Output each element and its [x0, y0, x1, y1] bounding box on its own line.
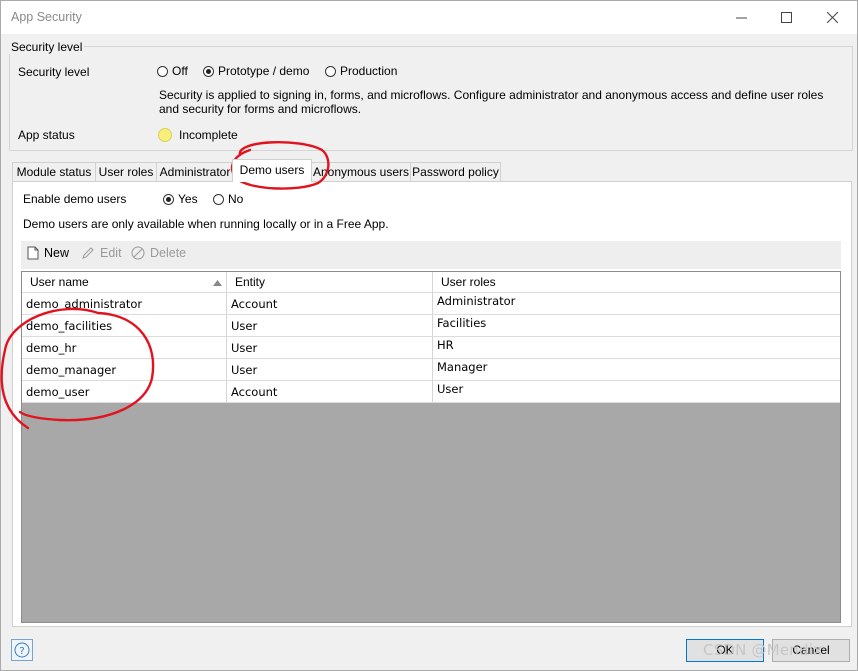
- cell-entity: User: [227, 315, 433, 336]
- table-row[interactable]: demo_manager User Manager: [22, 359, 840, 381]
- column-header-entity[interactable]: Entity: [227, 272, 433, 292]
- help-button[interactable]: ?: [11, 639, 33, 661]
- table-row[interactable]: demo_facilities User Facilities: [22, 315, 840, 337]
- cell-user-name: demo_administrator: [22, 293, 227, 314]
- app-status-value: Incomplete: [179, 128, 238, 142]
- cell-user-roles: Manager: [437, 360, 488, 374]
- radio-prototype-demo-label: Prototype / demo: [218, 64, 310, 78]
- table-row[interactable]: demo_hr User HR: [22, 337, 840, 359]
- cell-user-roles: User: [437, 382, 464, 396]
- column-header-user-name-label: User name: [30, 275, 89, 289]
- security-level-label: Security level: [18, 65, 90, 79]
- tab-administrator[interactable]: Administrator: [156, 162, 234, 181]
- watermark-text: CSDN @Mendix: [703, 641, 823, 659]
- maximize-button[interactable]: [763, 1, 809, 34]
- radio-off-circle: [157, 65, 168, 77]
- radio-production[interactable]: Production: [325, 64, 397, 78]
- status-indicator-icon: [158, 128, 172, 142]
- radio-enable-yes-label: Yes: [178, 192, 198, 206]
- new-button[interactable]: New: [27, 246, 69, 260]
- cell-user-name: demo_manager: [22, 359, 227, 380]
- pencil-icon: [82, 247, 94, 259]
- delete-button-label: Delete: [150, 246, 187, 260]
- new-document-icon: [27, 246, 39, 260]
- cell-entity: Account: [227, 381, 433, 402]
- tab-module-status[interactable]: Module status: [12, 162, 96, 181]
- question-icon: ?: [14, 642, 30, 658]
- sort-ascending-icon: [213, 280, 222, 286]
- table-row[interactable]: demo_administrator Account Administrator: [22, 293, 840, 315]
- cell-entity: User: [227, 337, 433, 358]
- radio-enable-no[interactable]: No: [213, 192, 243, 206]
- tab-password-policy[interactable]: Password policy: [410, 162, 501, 181]
- table-row[interactable]: demo_user Account User: [22, 381, 840, 403]
- radio-off[interactable]: Off: [157, 64, 188, 78]
- grid-header: User name Entity User roles: [22, 272, 840, 293]
- demo-users-grid: User name Entity User roles demo_adminis…: [21, 271, 841, 623]
- new-button-label: New: [44, 246, 70, 260]
- radio-production-label: Production: [340, 64, 398, 78]
- security-description: Security is applied to signing in, forms…: [159, 88, 824, 116]
- grid-toolbar: New Edit Delete: [21, 241, 841, 269]
- radio-enable-yes-circle: [163, 193, 174, 205]
- radio-production-circle: [325, 65, 336, 77]
- minimize-button[interactable]: [718, 1, 764, 34]
- cell-entity: User: [227, 359, 433, 380]
- radio-enable-no-label: No: [228, 192, 244, 206]
- radio-enable-no-circle: [213, 193, 224, 205]
- window-title: App Security: [11, 10, 82, 24]
- tab-anonymous-users[interactable]: Anonymous users: [311, 162, 411, 181]
- radio-prototype-demo-circle: [203, 65, 214, 77]
- tab-user-roles[interactable]: User roles: [95, 162, 157, 181]
- demo-users-panel: Enable demo users Yes No Demo users are …: [12, 181, 852, 627]
- close-icon: [826, 12, 838, 23]
- column-header-user-name[interactable]: User name: [22, 272, 227, 292]
- delete-icon: [131, 246, 145, 260]
- cell-user-roles: Facilities: [437, 316, 487, 330]
- app-status-label: App status: [18, 128, 75, 142]
- close-button[interactable]: [809, 1, 855, 34]
- cell-entity: Account: [227, 293, 433, 314]
- app-security-dialog: App Security Security level Security lev…: [0, 0, 858, 671]
- svg-text:?: ?: [19, 646, 24, 657]
- minimize-icon: [735, 17, 747, 19]
- cell-user-name: demo_hr: [22, 337, 227, 358]
- security-level-legend: Security level: [9, 40, 85, 54]
- maximize-icon: [780, 12, 792, 23]
- tab-demo-users[interactable]: Demo users: [232, 159, 312, 182]
- radio-prototype-demo[interactable]: Prototype / demo: [203, 64, 309, 78]
- enable-demo-users-label: Enable demo users: [23, 192, 127, 206]
- cell-user-roles: HR: [437, 338, 454, 352]
- cell-user-name: demo_facilities: [22, 315, 227, 336]
- cell-user-name: demo_user: [22, 381, 227, 402]
- radio-enable-yes[interactable]: Yes: [163, 192, 198, 206]
- delete-button[interactable]: Delete: [131, 246, 186, 260]
- radio-off-label: Off: [172, 64, 188, 78]
- column-header-user-roles[interactable]: User roles: [433, 272, 840, 292]
- title-bar: App Security: [1, 1, 857, 34]
- edit-button[interactable]: Edit: [81, 246, 122, 260]
- edit-button-label: Edit: [100, 246, 122, 260]
- demo-users-note: Demo users are only available when runni…: [23, 217, 389, 231]
- cell-user-roles: Administrator: [437, 294, 516, 308]
